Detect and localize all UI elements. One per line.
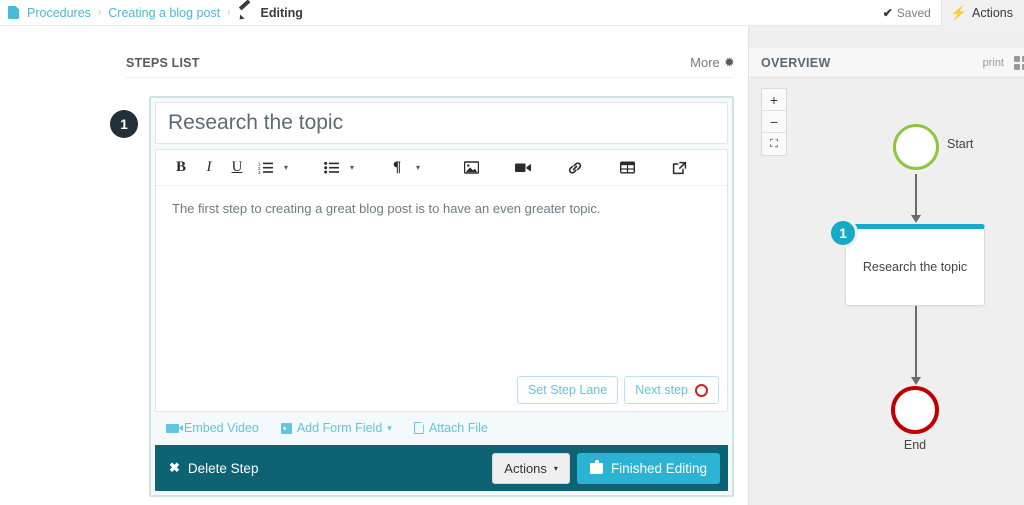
insert-image-icon[interactable] (458, 154, 484, 182)
saved-label: Saved (896, 5, 931, 20)
attach-file-label: Attach File (428, 421, 488, 435)
unordered-list-icon[interactable] (318, 154, 344, 182)
flow-node-step-1[interactable]: Research the topic (845, 224, 985, 306)
more-label: More (690, 55, 720, 70)
breadcrumb: Procedures › Creating a blog post › Edit… (0, 6, 303, 20)
file-icon (414, 422, 424, 434)
steps-list-title: STEPS LIST (126, 55, 200, 70)
step-actions-label: Actions (504, 460, 547, 476)
next-step-label: Next step (635, 383, 688, 397)
form-field-icon (280, 422, 292, 434)
flowchart-canvas[interactable]: Start 1 Research the topic End (749, 78, 1024, 505)
check-icon: ✔ (882, 5, 893, 20)
add-form-field-label: Add Form Field (296, 421, 383, 435)
steps-panel: STEPS LIST More ✹ 1 B I U 123 ▾ (0, 26, 748, 505)
ordered-list-caret-icon[interactable]: ▾ (280, 163, 292, 172)
pencil-icon (238, 6, 252, 19)
embed-video-label: Embed Video (184, 421, 259, 435)
step-body-text[interactable]: The first step to creating a great blog … (156, 186, 727, 369)
finished-editing-button[interactable]: Finished Editing (576, 452, 720, 484)
chevron-down-icon: ▾ (553, 463, 558, 473)
ordered-list-icon[interactable]: 123 (252, 154, 278, 182)
editor-footer-actions: Set Step Lane Next step (156, 369, 727, 411)
insert-table-icon[interactable] (614, 154, 640, 182)
flow-node-step-1-label: Research the topic (862, 260, 968, 274)
more-menu-button[interactable]: More ✹ (690, 55, 734, 70)
step-attachment-links: Embed Video Add Form Field ▾ Attach File (155, 412, 728, 445)
video-camera-icon (166, 423, 183, 433)
set-step-lane-label: Set Step Lane (527, 383, 608, 397)
svg-text:3: 3 (258, 170, 261, 174)
external-link-icon[interactable] (666, 154, 692, 182)
underline-icon[interactable]: U (224, 154, 250, 182)
insert-link-icon[interactable] (562, 154, 588, 182)
attach-file-link[interactable]: Attach File (414, 421, 488, 435)
unordered-list-caret-icon[interactable]: ▾ (346, 163, 358, 172)
overview-panel: OVERVIEW print + − ⛶ Start 1 Research th… (748, 26, 1024, 505)
overview-header: OVERVIEW print (749, 48, 1024, 78)
flow-node-start-label: Start (947, 137, 974, 151)
grid-menu-icon[interactable] (1014, 55, 1024, 70)
top-bar-right: ✔ Saved ⚡ Actions (873, 0, 1024, 26)
add-form-field-link[interactable]: Add Form Field ▾ (280, 421, 392, 435)
step-footer-bar: ✖ Delete Step Actions ▾ Finished Editing (155, 445, 728, 491)
embed-video-link[interactable]: Embed Video (166, 421, 259, 435)
top-bar: Procedures › Creating a blog post › Edit… (0, 0, 1024, 26)
breadcrumb-link-blog-post[interactable]: Creating a blog post (108, 6, 220, 20)
rich-text-editor: B I U 123 ▾ ▾ ¶ ▾ The first step to crea… (155, 149, 728, 412)
breadcrumb-link-procedures[interactable]: Procedures (27, 6, 91, 20)
paragraph-icon[interactable]: ¶ (384, 154, 410, 182)
flow-arrow-step-to-end (911, 306, 921, 385)
step-editor-card: B I U 123 ▾ ▾ ¶ ▾ (149, 96, 734, 497)
lightning-bolt-icon: ⚡ (950, 5, 967, 20)
italic-icon[interactable]: I (196, 154, 222, 182)
print-button[interactable]: print (983, 57, 1004, 69)
flow-step-number-badge: 1 (828, 218, 858, 248)
steps-list-header: STEPS LIST More ✹ (126, 48, 734, 78)
step-title-input[interactable] (155, 102, 728, 144)
delete-step-label: Delete Step (187, 460, 259, 476)
editor-toolbar: B I U 123 ▾ ▾ ¶ ▾ (156, 150, 727, 186)
actions-button[interactable]: ⚡ Actions (940, 0, 1024, 26)
chevron-down-icon: ✹ (724, 57, 734, 69)
step-actions-button[interactable]: Actions ▾ (492, 452, 570, 484)
bold-icon[interactable]: B (168, 154, 194, 182)
flow-node-end-label: End (903, 438, 927, 452)
breadcrumb-separator: › (227, 7, 231, 18)
flow-node-start[interactable] (893, 124, 939, 170)
next-step-circle-icon (695, 383, 708, 397)
step-number-badge: 1 (110, 110, 138, 138)
document-icon (8, 6, 19, 19)
overview-title: OVERVIEW (761, 55, 831, 70)
set-step-lane-button[interactable]: Set Step Lane (516, 376, 619, 404)
thumbs-up-icon (589, 459, 603, 474)
step-footer-actions: Actions ▾ Finished Editing (492, 452, 720, 484)
add-form-field-caret-icon: ▾ (387, 422, 392, 433)
saved-status: ✔ Saved (873, 0, 941, 26)
flow-node-end[interactable] (891, 386, 939, 434)
finished-editing-label: Finished Editing (610, 460, 707, 476)
breadcrumb-current-editing: Editing (260, 5, 303, 20)
flow-arrow-start-to-step (911, 174, 921, 223)
breadcrumb-separator: › (97, 7, 102, 18)
delete-step-button[interactable]: ✖ Delete Step (169, 460, 258, 476)
close-icon: ✖ (169, 460, 180, 475)
insert-video-icon[interactable] (510, 154, 536, 182)
next-step-button[interactable]: Next step (624, 376, 719, 404)
paragraph-caret-icon[interactable]: ▾ (412, 163, 424, 172)
actions-button-label: Actions (972, 5, 1013, 20)
